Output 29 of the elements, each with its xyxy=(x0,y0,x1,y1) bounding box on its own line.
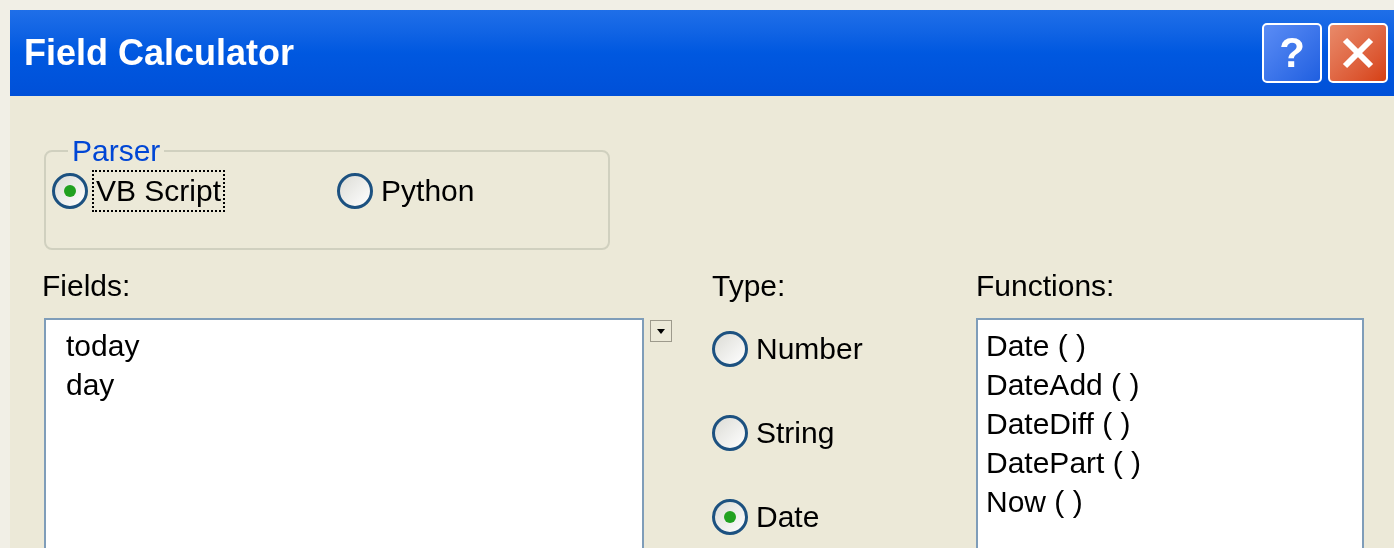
help-button[interactable]: ? xyxy=(1262,23,1322,83)
radio-button[interactable] xyxy=(52,173,88,209)
radio-label: Number xyxy=(755,331,864,367)
radio-button[interactable] xyxy=(337,173,374,209)
list-box[interactable]: Date ( ) DateAdd ( ) DateDiff ( ) DatePart ( ) Now ( ) xyxy=(976,318,1364,548)
list-item[interactable]: DatePart ( ) xyxy=(986,443,1362,482)
radio-label: Python xyxy=(380,173,476,209)
radio-label: String xyxy=(755,415,836,451)
radio-label: VB Script xyxy=(92,170,226,212)
list-item[interactable]: day xyxy=(66,365,642,404)
type-label: Type: xyxy=(712,268,787,304)
radio-button[interactable] xyxy=(712,499,748,535)
fields-label: Fields: xyxy=(42,268,132,304)
close-icon xyxy=(1341,36,1375,70)
list-item[interactable]: today xyxy=(66,326,642,365)
caret-icon xyxy=(657,328,665,334)
list-item[interactable]: DateDiff ( ) xyxy=(986,404,1362,443)
group-title: Parser xyxy=(71,136,162,166)
radio-label: Date xyxy=(755,499,821,535)
functions-label: Functions: xyxy=(976,268,1116,304)
dropdown-button[interactable] xyxy=(650,320,672,342)
list-box[interactable]: today day xyxy=(44,318,644,548)
list-item[interactable]: DateAdd ( ) xyxy=(986,365,1362,404)
list-item[interactable]: Now ( ) xyxy=(986,482,1362,521)
close-button[interactable] xyxy=(1328,23,1388,83)
window-title: Field Calculator xyxy=(24,31,295,75)
list-item[interactable]: Date ( ) xyxy=(986,326,1362,365)
radio-button[interactable] xyxy=(712,331,748,367)
radio-button[interactable] xyxy=(712,415,748,451)
